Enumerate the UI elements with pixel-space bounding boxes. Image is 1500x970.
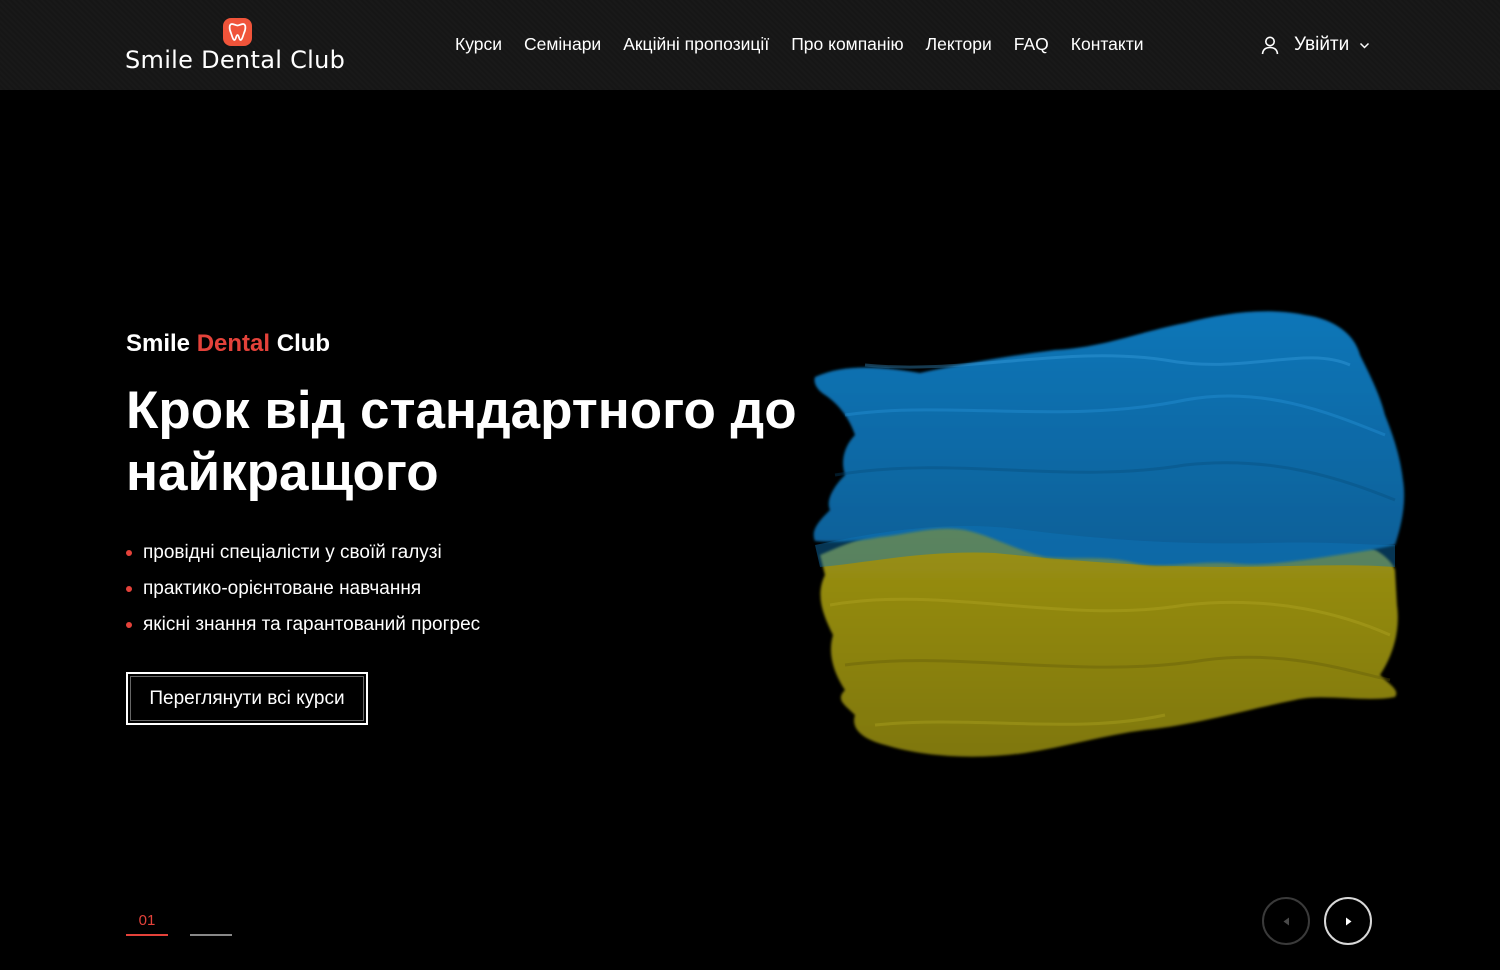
view-all-courses-button[interactable]: Переглянути всі курси [126, 672, 368, 725]
slider-next-button[interactable] [1324, 897, 1372, 945]
tagline-dental: Dental [196, 330, 271, 357]
bullet-icon [126, 622, 132, 628]
site-logo[interactable]: Smile Dental Club [125, 18, 355, 80]
feature-text: практико-орієнтоване навчання [143, 578, 422, 599]
slide-number: 01 [138, 912, 156, 929]
nav-item-courses[interactable]: Курси [455, 34, 502, 55]
hero-title: Крок від стандартного до найкращого [126, 381, 797, 502]
feature-item: практико-орієнтоване навчання [126, 571, 480, 607]
hero-tagline: Smile Dental Club [126, 330, 330, 358]
feature-list: провідні спеціалісти у своїй галузі прак… [126, 535, 480, 643]
bullet-icon [126, 586, 132, 592]
tagline-smile: Smile [126, 330, 191, 357]
tagline-club: Club [276, 330, 331, 357]
feature-item: провідні спеціалісти у своїй галузі [126, 535, 480, 571]
bullet-icon [126, 550, 132, 556]
login-button[interactable]: Увійти [1260, 33, 1370, 57]
main-nav: Курси Семінари Акційні пропозиції Про ко… [455, 34, 1166, 55]
user-icon [1261, 36, 1279, 55]
ukraine-flag-image [813, 311, 1405, 757]
nav-item-lecturers[interactable]: Лектори [926, 34, 992, 55]
login-label: Увійти [1294, 34, 1350, 55]
nav-item-about[interactable]: Про компанію [791, 34, 903, 55]
slide-indicator-active[interactable] [126, 934, 168, 936]
nav-item-promotions[interactable]: Акційні пропозиції [623, 34, 769, 55]
chevron-down-icon [1360, 42, 1370, 49]
arrow-left-icon [1283, 917, 1289, 926]
arrow-right-icon [1346, 917, 1352, 926]
nav-item-faq[interactable]: FAQ [1014, 34, 1049, 55]
feature-item: якісні знання та гарантований прогрес [126, 607, 480, 643]
nav-item-seminars[interactable]: Семінари [524, 34, 601, 55]
tooth-icon [223, 18, 252, 46]
page: Smile Dental Club Курси Семінари Акційні… [0, 0, 1500, 970]
slide-indicator[interactable] [190, 934, 232, 936]
feature-text: провідні спеціалісти у своїй галузі [143, 542, 442, 563]
feature-text: якісні знання та гарантований прогрес [143, 614, 481, 635]
nav-item-contacts[interactable]: Контакти [1071, 34, 1144, 55]
slider-prev-button[interactable] [1262, 897, 1310, 945]
site-header: Smile Dental Club Курси Семінари Акційні… [0, 0, 1500, 90]
logo-text: Smile Dental Club [125, 46, 346, 74]
